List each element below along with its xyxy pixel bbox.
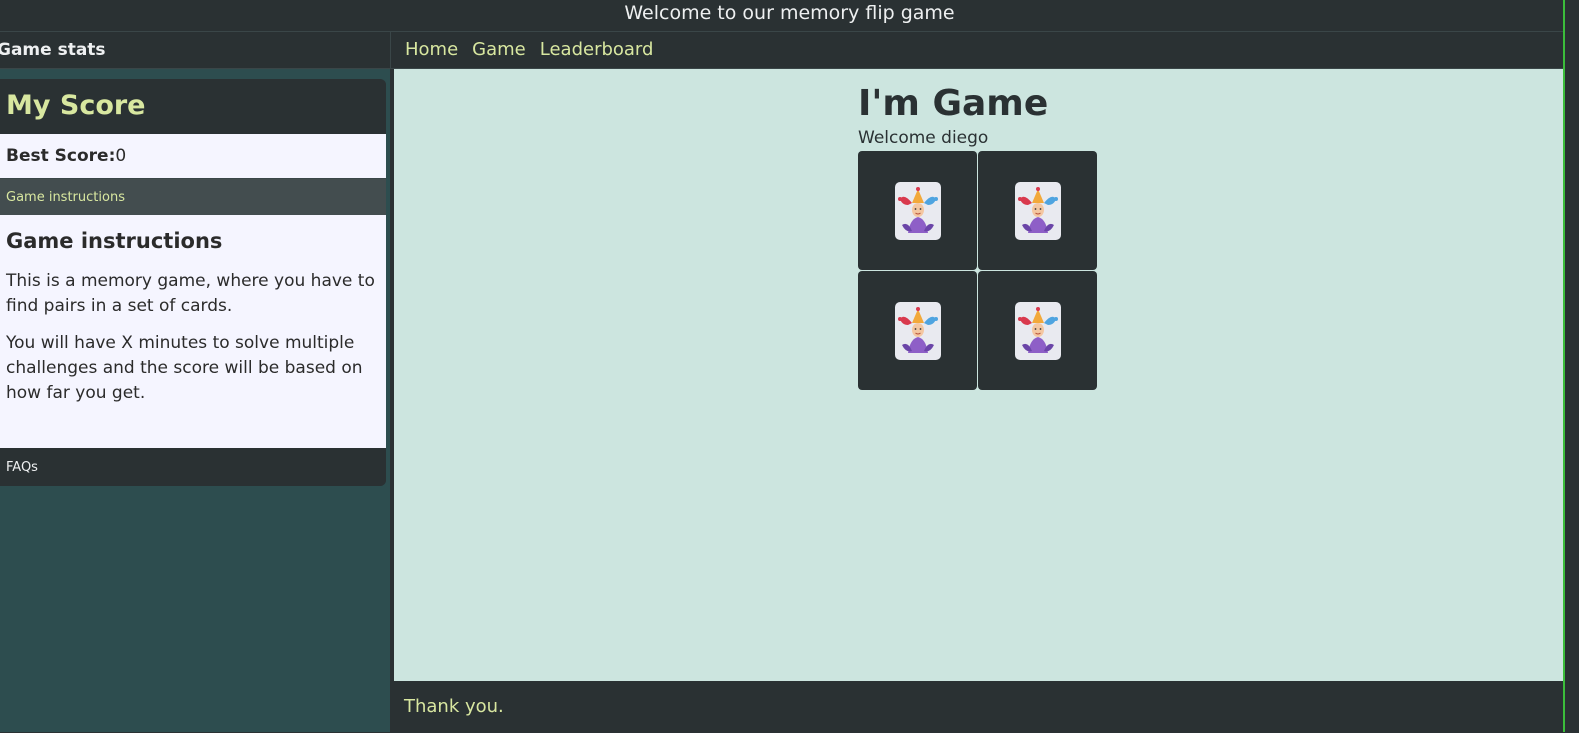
memory-card[interactable] [978, 151, 1097, 270]
score-title: My Score [0, 79, 386, 134]
card-grid [858, 151, 1097, 390]
main-content: I'm Game Welcome diego [394, 69, 1563, 681]
joker-card-icon [894, 301, 941, 360]
window-title: Welcome to our memory flip game [0, 0, 1579, 32]
best-score: Best Score:0 [0, 134, 386, 178]
sidebar-panel: My Score Best Score:0 Game instructions … [0, 79, 386, 486]
welcome-message: Welcome diego [858, 128, 989, 148]
joker-card-icon [894, 181, 941, 240]
joker-card-icon [1014, 301, 1061, 360]
top-nav: Home Game Leaderboard [390, 32, 1563, 69]
memory-card[interactable] [978, 271, 1097, 390]
instructions-paragraph: You will have X minutes to solve multipl… [6, 333, 363, 403]
instructions-heading: Game instructions [6, 229, 223, 253]
nav-home[interactable]: Home [405, 32, 458, 68]
sidebar-header: Game stats [0, 32, 390, 69]
game-area: I'm Game Welcome diego [858, 83, 1097, 390]
memory-card[interactable] [858, 151, 977, 270]
joker-card-icon [1014, 181, 1061, 240]
nav-leaderboard[interactable]: Leaderboard [540, 32, 654, 68]
memory-card[interactable] [858, 271, 977, 390]
nav-game[interactable]: Game [472, 32, 526, 68]
page-title: I'm Game [858, 83, 1049, 124]
footer: Thank you. [394, 681, 1563, 732]
sidebar: Game stats My Score Best Score:0 Game in… [0, 32, 390, 732]
window-edge [1563, 0, 1579, 732]
instructions-paragraph: This is a memory game, where you have to… [6, 271, 375, 316]
instructions-content: Game instructions This is a memory game,… [0, 215, 386, 448]
best-score-label: Best Score: [6, 146, 116, 166]
best-score-value: 0 [115, 146, 127, 166]
faqs-tab[interactable]: FAQs [0, 448, 386, 486]
instructions-tab[interactable]: Game instructions [0, 178, 386, 215]
